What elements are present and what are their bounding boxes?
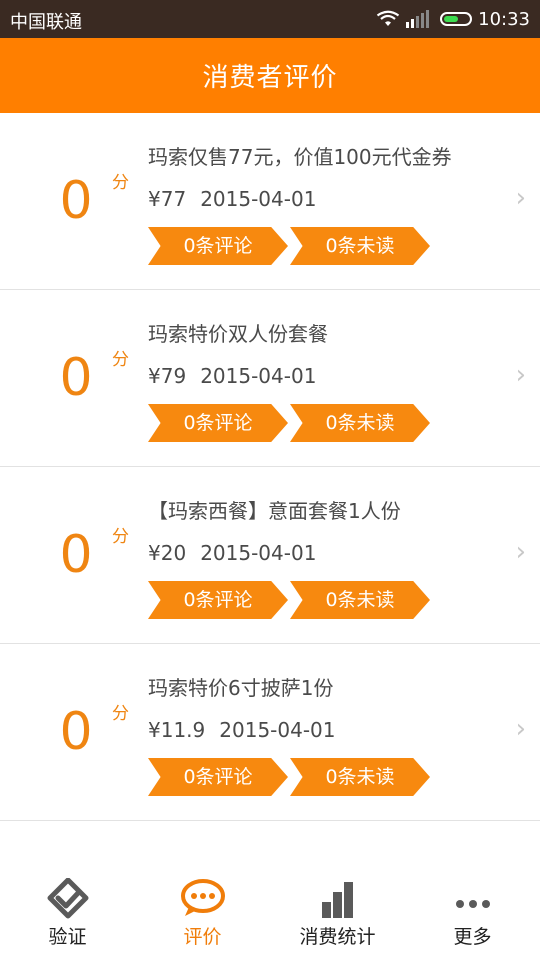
nav-item-verify[interactable]: 验证 <box>0 868 135 960</box>
chevron-right-icon: › <box>515 714 526 744</box>
deal-name: 玛索特价6寸披萨1份 <box>148 676 334 700</box>
deal-meta: ¥11.9 2015-04-01 <box>148 718 336 742</box>
battery-icon <box>440 12 473 26</box>
list-item[interactable]: 0 分 玛索特价双人份套餐 ¥79 2015-04-01 0条评论 0条未读 › <box>0 290 540 467</box>
reviews-count-tag[interactable]: 0条评论 <box>148 227 288 265</box>
deal-name: 玛索仅售77元，价值100元代金券 <box>148 145 452 169</box>
score-unit: 分 <box>112 704 129 724</box>
unread-count-tag[interactable]: 0条未读 <box>290 758 430 796</box>
bar-chart-icon <box>321 882 353 918</box>
status-bar: 中国联通 10:33 <box>0 0 540 38</box>
deal-price: ¥11.9 <box>148 718 206 742</box>
list-item[interactable]: 0 分 玛索仅售77元，价值100元代金券 ¥77 2015-04-01 0条评论… <box>0 113 540 290</box>
deal-price: ¥79 <box>148 364 187 388</box>
unread-count-tag[interactable]: 0条未读 <box>290 581 430 619</box>
list-item[interactable]: 0 分 【玛索西餐】意面套餐1人份 ¥20 2015-04-01 0条评论 0条未… <box>0 467 540 644</box>
deal-name: 【玛索西餐】意面套餐1人份 <box>148 499 401 523</box>
tag-group: 0条评论 0条未读 <box>148 581 438 619</box>
more-dots-icon <box>455 900 490 908</box>
nav-label: 更多 <box>453 926 492 948</box>
clock: 10:33 <box>478 8 530 30</box>
page-title: 消费者评价 <box>202 63 338 93</box>
deal-price: ¥20 <box>148 541 187 565</box>
verify-icon <box>47 878 88 919</box>
deal-meta: ¥20 2015-04-01 <box>148 541 316 565</box>
deal-date: 2015-04-01 <box>200 364 317 388</box>
tag-group: 0条评论 0条未读 <box>148 404 438 442</box>
carrier-label: 中国联通 <box>10 12 82 33</box>
signal-icon <box>406 10 430 28</box>
wifi-icon <box>376 10 400 26</box>
list-item[interactable]: 0 分 玛索特价6寸披萨1份 ¥11.9 2015-04-01 0条评论 0条未读… <box>0 644 540 821</box>
nav-label: 评价 <box>183 926 222 948</box>
reviews-count-tag[interactable]: 0条评论 <box>148 581 288 619</box>
status-icons: 10:33 <box>376 8 530 30</box>
score-unit: 分 <box>112 527 129 547</box>
deal-meta: ¥77 2015-04-01 <box>148 187 316 211</box>
score-unit: 分 <box>112 350 129 370</box>
reviews-count-tag[interactable]: 0条评论 <box>148 404 288 442</box>
tag-group: 0条评论 0条未读 <box>148 227 438 265</box>
score-value: 0 <box>59 702 93 762</box>
score-unit: 分 <box>112 173 129 193</box>
bottom-nav: 验证 评价 消费统计 更多 <box>0 868 540 960</box>
nav-item-review[interactable]: 评价 <box>135 868 270 960</box>
score-value: 0 <box>59 171 93 231</box>
unread-count-tag[interactable]: 0条未读 <box>290 227 430 265</box>
chevron-right-icon: › <box>515 360 526 390</box>
score-value: 0 <box>59 348 93 408</box>
nav-item-more[interactable]: 更多 <box>405 868 540 960</box>
nav-label: 验证 <box>48 926 87 948</box>
tag-group: 0条评论 0条未读 <box>148 758 438 796</box>
deal-name: 玛索特价双人份套餐 <box>148 322 328 346</box>
review-list: 0 分 玛索仅售77元，价值100元代金券 ¥77 2015-04-01 0条评论… <box>0 113 540 821</box>
deal-date: 2015-04-01 <box>219 718 336 742</box>
nav-item-stats[interactable]: 消费统计 <box>270 868 405 960</box>
nav-label: 消费统计 <box>299 926 376 948</box>
deal-date: 2015-04-01 <box>200 541 317 565</box>
deal-date: 2015-04-01 <box>200 187 317 211</box>
deal-meta: ¥79 2015-04-01 <box>148 364 316 388</box>
unread-count-tag[interactable]: 0条未读 <box>290 404 430 442</box>
chevron-right-icon: › <box>515 183 526 213</box>
score-value: 0 <box>59 525 93 585</box>
app-header: 消费者评价 <box>0 38 540 113</box>
deal-price: ¥77 <box>148 187 187 211</box>
chevron-right-icon: › <box>515 537 526 567</box>
review-chat-icon <box>180 879 225 916</box>
reviews-count-tag[interactable]: 0条评论 <box>148 758 288 796</box>
